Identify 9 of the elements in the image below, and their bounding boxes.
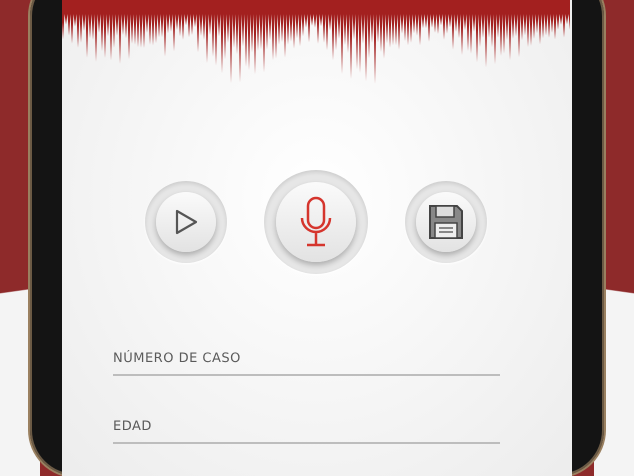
- record-button[interactable]: [276, 182, 356, 262]
- play-button[interactable]: [156, 192, 216, 252]
- input-field[interactable]: NÚMERO DE CASO: [113, 348, 500, 376]
- play-icon: [173, 208, 199, 236]
- save-button[interactable]: [416, 192, 476, 252]
- microphone-icon: [299, 196, 333, 248]
- placeholder-text: EDAD: [113, 419, 152, 434]
- placeholder-text: NÚMERO DE CASO: [113, 351, 241, 366]
- input-field[interactable]: EDAD: [113, 416, 500, 444]
